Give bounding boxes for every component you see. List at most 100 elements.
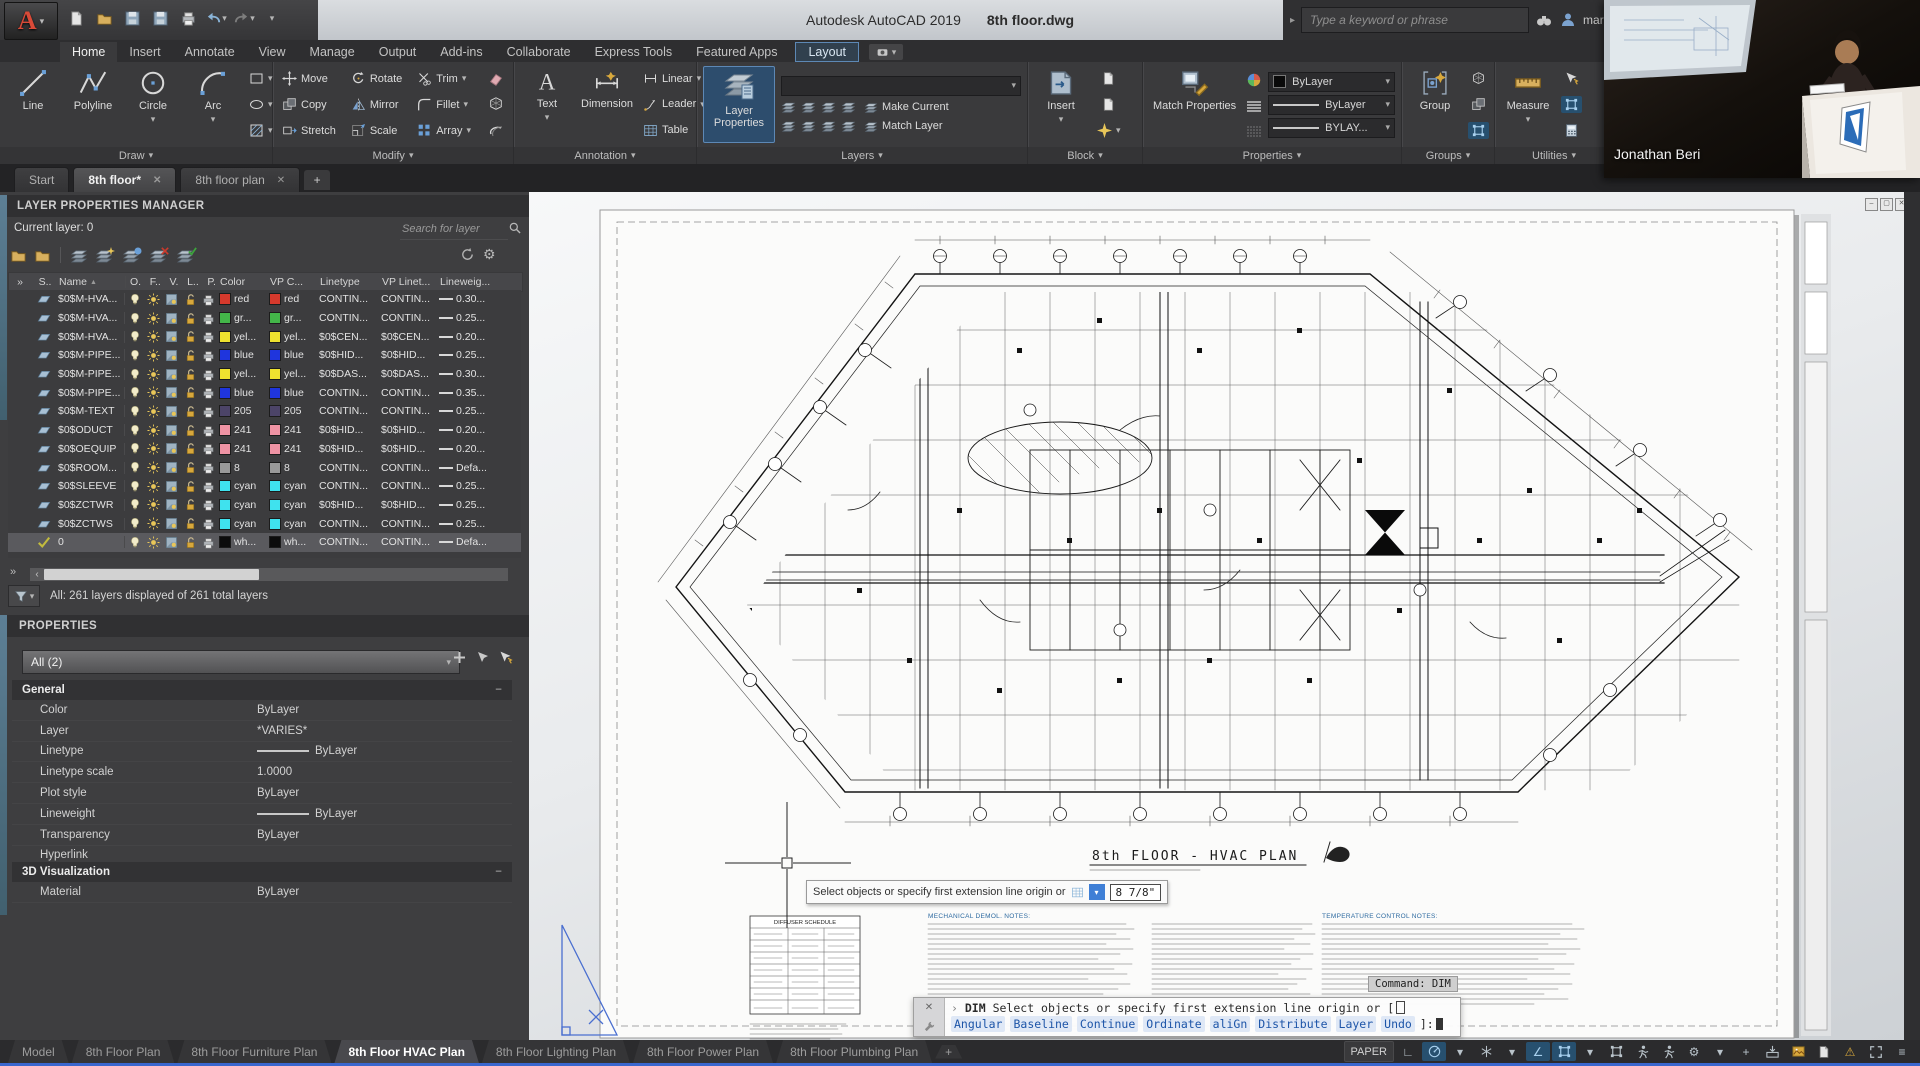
layer-unlock-icon[interactable] <box>184 386 197 399</box>
new-file-button[interactable] <box>64 6 88 30</box>
vp-freeze-icon[interactable] <box>165 536 178 549</box>
layer-row[interactable]: 0 wh... wh... CONTIN... CONTIN... Defa..… <box>8 533 521 552</box>
wrench-icon[interactable] <box>923 1020 936 1033</box>
mirror-button[interactable]: Mirror <box>348 96 410 113</box>
delete-layer-button[interactable] <box>149 246 169 264</box>
vp-color-swatch[interactable] <box>269 368 281 380</box>
clean-screen-button[interactable] <box>1864 1042 1888 1061</box>
save-button[interactable] <box>120 6 144 30</box>
ribbon-tab-annotate[interactable]: Annotate <box>173 42 247 62</box>
layer-plot-icon[interactable] <box>202 405 215 418</box>
layer-thaw-icon[interactable] <box>147 461 160 474</box>
layer-plot-icon[interactable] <box>202 330 215 343</box>
layer-on-icon[interactable] <box>129 536 141 549</box>
command-option-continue[interactable]: Continue <box>1077 1016 1138 1032</box>
property-row[interactable]: Plot style ByLayer <box>12 783 512 804</box>
dyn-options-icon[interactable]: ▾ <box>1089 884 1105 900</box>
layer-row[interactable]: $0$ROOM... 8 8 CONTIN... CONTIN... Defa.… <box>8 458 521 477</box>
vp-freeze-icon[interactable] <box>165 517 178 530</box>
move-button[interactable]: Move <box>279 70 344 87</box>
layer-unisolate-icon[interactable] <box>841 118 856 133</box>
vp-freeze-icon[interactable] <box>165 424 178 437</box>
ribbon-tab-insert[interactable]: Insert <box>117 42 172 62</box>
layer-on-icon[interactable] <box>129 330 141 343</box>
new-layer-button[interactable] <box>95 246 115 264</box>
layer-thaw-icon[interactable] <box>147 330 160 343</box>
color-swatch[interactable] <box>219 518 231 530</box>
layer-row[interactable]: $0$SLEEVE cyan cyan CONTIN... CONTIN... … <box>8 477 521 496</box>
section-header-3d[interactable]: 3D Visualization − <box>12 862 512 882</box>
file-tab-8th-floor-plan[interactable]: 8th floor plan✕ <box>180 167 300 192</box>
ribbon-tab-express-tools[interactable]: Express Tools <box>583 42 685 62</box>
vp-freeze-icon[interactable] <box>165 330 178 343</box>
open-file-button[interactable] <box>92 6 116 30</box>
group-button[interactable]: Group <box>1408 66 1462 143</box>
color-swatch[interactable] <box>219 312 231 324</box>
column-name[interactable]: Name ▲ <box>59 276 126 288</box>
layer-on-icon[interactable] <box>129 386 141 399</box>
close-icon[interactable]: ✕ <box>1895 198 1904 211</box>
layer-on-icon[interactable] <box>129 368 141 381</box>
command-prompt-line[interactable]: › DIM Select objects or specify first ex… <box>951 1000 1454 1016</box>
layer-row[interactable]: $0$OEQUIP 241 241 $0$HID... $0$HID... 0.… <box>8 440 521 459</box>
column-lineweight[interactable]: Lineweig... <box>440 276 518 288</box>
match-properties-button[interactable]: Match Properties <box>1149 66 1240 143</box>
layer-unlock-icon[interactable] <box>184 349 197 362</box>
vp-freeze-icon[interactable] <box>165 312 178 325</box>
layer-thaw-icon[interactable] <box>801 118 816 133</box>
ribbon-display-toggle[interactable]: ▾ <box>869 44 903 60</box>
annotation-visibility-button[interactable] <box>1630 1042 1654 1061</box>
vp-color-swatch[interactable] <box>269 499 281 511</box>
quick-calculator-button[interactable] <box>1561 122 1582 139</box>
properties-palette-grip[interactable] <box>0 615 7 915</box>
layer-unlock-icon[interactable] <box>184 312 197 325</box>
file-tab-start[interactable]: Start <box>14 167 69 192</box>
layer-search-input[interactable] <box>400 219 508 240</box>
scale-dropdown-icon[interactable]: ▾ <box>1708 1042 1732 1061</box>
iso-dropdown-icon[interactable]: ▾ <box>1500 1042 1524 1061</box>
paper-space-toggle[interactable]: PAPER <box>1344 1041 1394 1062</box>
layer-unlock-icon[interactable] <box>184 480 197 493</box>
scroll-left-icon[interactable]: ‹ <box>30 569 44 580</box>
lineweight-dropdown[interactable]: ByLayer▾ <box>1268 95 1395 115</box>
column-vp-color[interactable]: VP C... <box>270 276 320 288</box>
layout-tab-8th-floor-plan[interactable]: 8th Floor Plan <box>72 1040 175 1063</box>
ribbon-tab-home[interactable]: Home <box>60 42 117 62</box>
ortho-mode-button[interactable]: ∟ <box>1396 1042 1420 1061</box>
layer-unlock-icon[interactable] <box>184 293 197 306</box>
plot-style-dropdown[interactable]: BYLAY...▾ <box>1268 118 1395 138</box>
object-color-dropdown[interactable]: ByLayer▾ <box>1268 72 1395 92</box>
ribbon-tab-collaborate[interactable]: Collaborate <box>495 42 583 62</box>
text-tool-button[interactable]: Text▾ <box>520 66 574 143</box>
column-vp-linetype[interactable]: VP Linet... <box>382 276 440 288</box>
layer-row[interactable]: $0$M-HVA... gr... gr... CONTIN... CONTIN… <box>8 309 521 328</box>
isometric-drafting-button[interactable] <box>1474 1042 1498 1061</box>
save-as-button[interactable] <box>148 6 172 30</box>
color-swatch[interactable] <box>219 293 231 305</box>
floor-plan-drawing[interactable]: 8th FLOOR - HVAC PLAN MECHANICAL DEMOL. … <box>529 192 1904 1040</box>
vp-freeze-icon[interactable] <box>165 349 178 362</box>
layer-row[interactable]: $0$ODUCT 241 241 $0$HID... $0$HID... 0.2… <box>8 421 521 440</box>
minimize-icon[interactable]: – <box>1865 198 1878 211</box>
ribbon-tab-output[interactable]: Output <box>367 42 429 62</box>
layer-thaw-icon[interactable] <box>147 349 160 362</box>
command-option-layer[interactable]: Layer <box>1336 1016 1377 1032</box>
collapse-chevrons-icon[interactable]: » <box>9 276 31 288</box>
rotate-button[interactable]: Rotate <box>348 70 410 87</box>
object-snap-button[interactable] <box>1552 1042 1576 1061</box>
vp-color-swatch[interactable] <box>269 405 281 417</box>
layer-plot-icon[interactable] <box>202 461 215 474</box>
layer-on-icon[interactable] <box>129 349 141 362</box>
layer-thaw-icon[interactable] <box>147 368 160 381</box>
color-swatch[interactable] <box>219 405 231 417</box>
vp-color-swatch[interactable] <box>269 387 281 399</box>
layer-unlock-icon[interactable] <box>821 118 836 133</box>
layer-thaw-icon[interactable] <box>147 405 160 418</box>
layer-thaw-icon[interactable] <box>147 517 160 530</box>
layer-unlock-icon[interactable] <box>184 368 197 381</box>
color-swatch[interactable] <box>219 462 231 474</box>
layer-unlock-icon[interactable] <box>184 424 197 437</box>
copy-button[interactable]: Copy <box>279 96 344 113</box>
account-icon[interactable] <box>1559 11 1577 29</box>
vp-freeze-icon[interactable] <box>165 405 178 418</box>
